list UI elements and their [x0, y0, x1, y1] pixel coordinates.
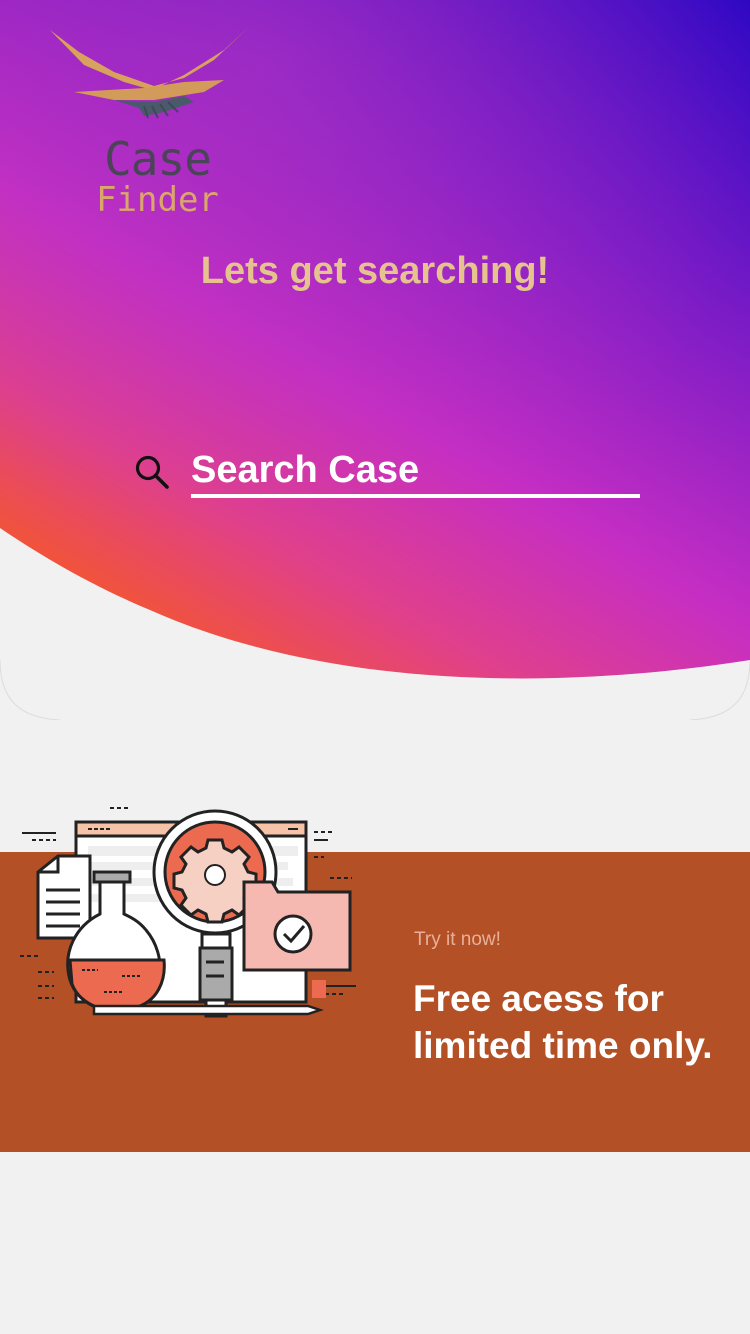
search-icon[interactable] — [134, 454, 170, 490]
search-bar — [134, 446, 640, 498]
promo-headline: Free acess for limited time only. — [413, 975, 743, 1069]
logo-word-finder: Finder — [96, 180, 219, 220]
promo-kicker: Try it now! — [414, 929, 501, 950]
case-finder-logo: Case Finder — [44, 20, 259, 225]
promo-headline-line-2: limited time only. — [413, 1025, 713, 1066]
promo-headline-line-1: Free acess for — [413, 978, 664, 1019]
eagle-wings-icon — [50, 25, 251, 119]
logo-word-case: Case — [104, 132, 212, 186]
search-input[interactable] — [191, 446, 640, 498]
lab-research-illustration — [20, 807, 356, 1018]
tagline: Lets get searching! — [200, 250, 550, 292]
